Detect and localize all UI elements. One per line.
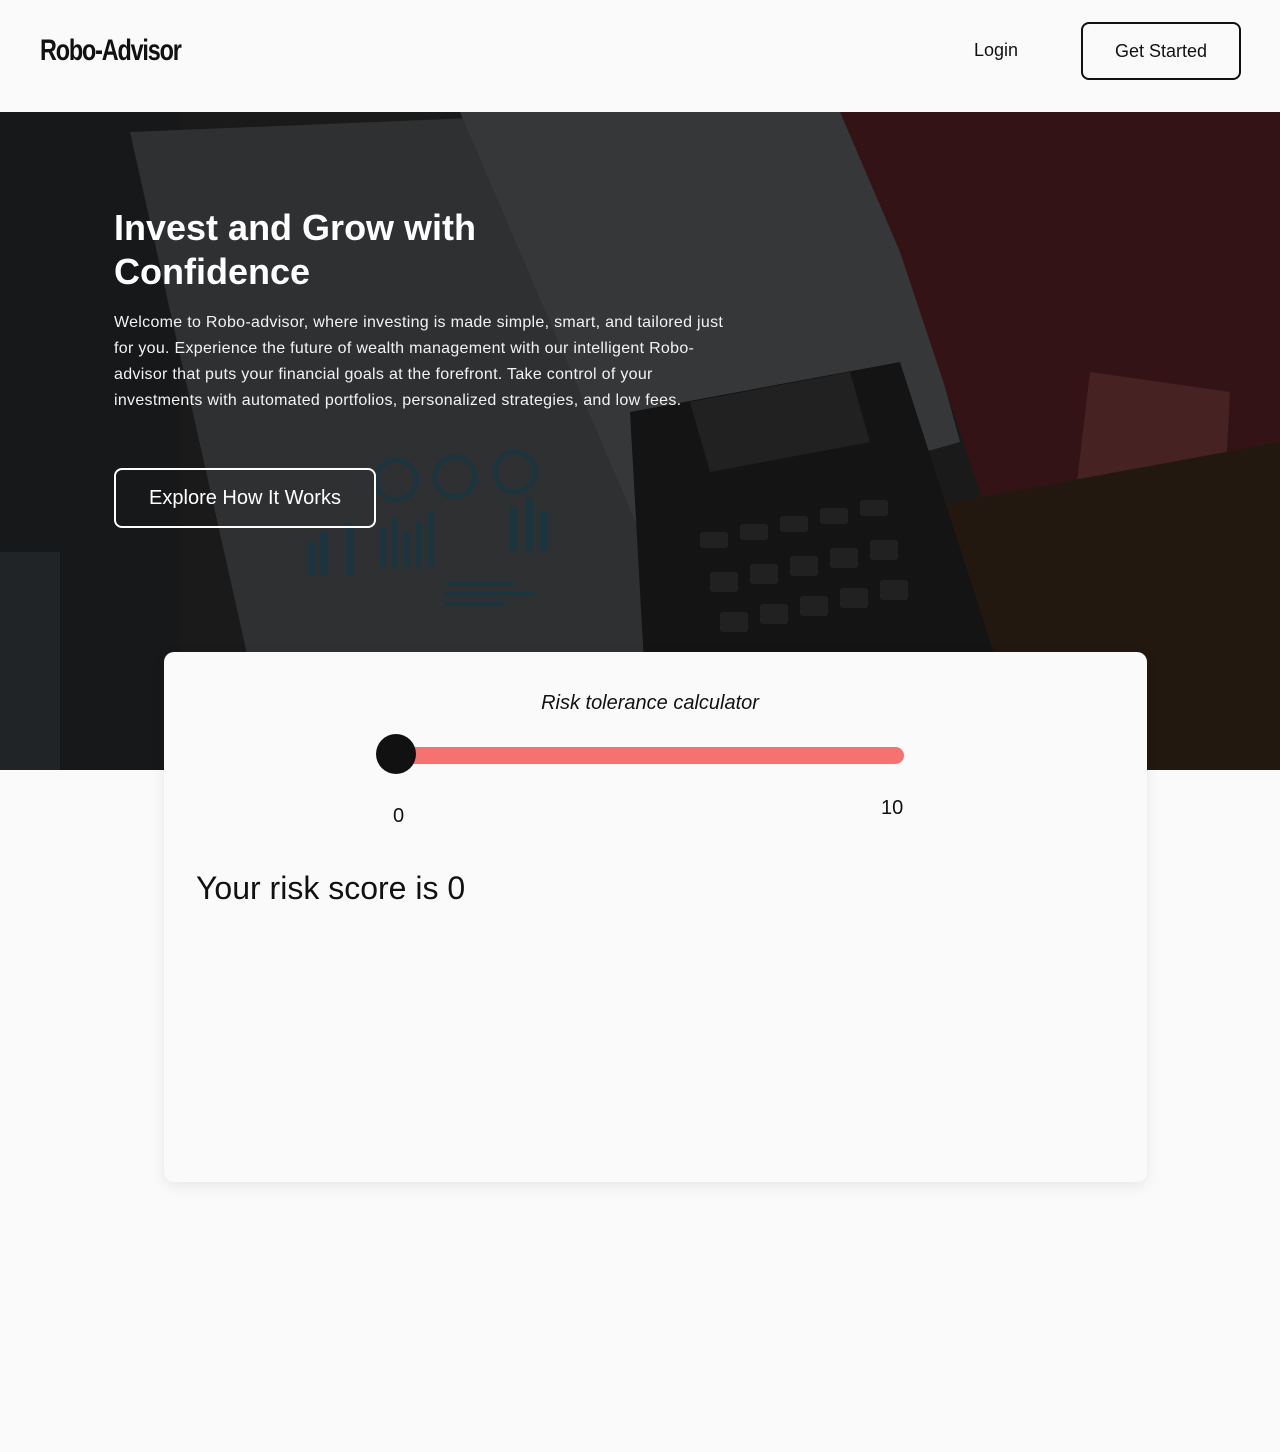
risk-slider-thumb[interactable] [376,734,416,774]
risk-score-text: Your risk score is 0 [196,870,466,906]
logo[interactable]: Robo-Advisor [40,34,182,68]
site-header: Robo-Advisor Login Get Started [0,0,1280,112]
hero-title: Invest and Grow with Confidence [114,207,477,292]
risk-calculator-card: Risk tolerance calculator 0 10 Your risk… [164,652,1147,1182]
login-link[interactable]: Login [974,40,1018,61]
risk-slider-track[interactable] [396,747,904,764]
slider-min-label: 0 [393,805,405,827]
hero-description: Welcome to Robo-advisor, where investing… [114,314,724,409]
explore-how-it-works-button[interactable]: Explore How It Works [114,468,376,528]
slider-max-label: 10 [881,797,904,819]
calculator-title: Risk tolerance calculator [541,692,759,714]
get-started-button[interactable]: Get Started [1081,22,1241,80]
